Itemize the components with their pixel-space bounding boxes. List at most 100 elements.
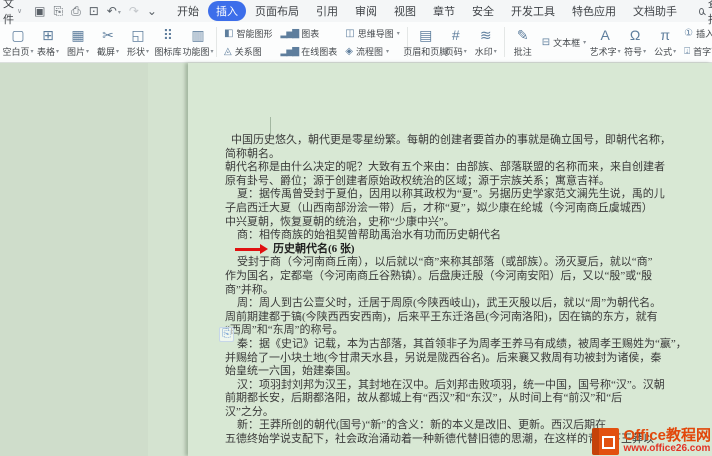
text-box-button[interactable]: ⊟文本框▾	[542, 36, 586, 49]
tab-home[interactable]: 开始	[169, 1, 207, 21]
icon-library-button[interactable]: ⠿图标库	[153, 26, 183, 59]
watermark-url: www.office26.com	[623, 444, 711, 455]
scissors-icon: ✂	[102, 27, 114, 44]
chevron-down-icon: ▾	[118, 8, 121, 18]
line-text: 商”并称。	[225, 284, 274, 296]
text-line: 中兴夏朝，恢复夏朝的统治，史称“少康中兴”。	[225, 216, 687, 230]
tab-security[interactable]: 安全	[464, 1, 502, 21]
chevron-down-icon: ▾	[583, 39, 586, 46]
more-commands-icon[interactable]: ⌄	[143, 4, 161, 18]
text-line: 始皇统一六国，始建秦国。	[225, 365, 687, 379]
icon-library-label: 图标库	[155, 45, 182, 58]
line-text: 朝代名称是由什么决定的呢？大致有五个来由：由部族、部落联盟的名称而来，来自创建者	[225, 161, 665, 173]
relationship-diagram-icon: ◬	[224, 46, 232, 57]
document-area[interactable]: 中国历史悠久，朝代更是零星纷繁。每朝的创建者要首办的事就是确立国号，即朝代名称，…	[0, 63, 712, 456]
tab-insert[interactable]: 插入	[208, 1, 246, 21]
undo-icon[interactable]: ↶▾	[103, 4, 125, 18]
paste-options-button[interactable]: ⎘ ▾	[219, 327, 240, 342]
formula-icon: π	[660, 27, 670, 44]
comment-button[interactable]: ✎批注	[508, 26, 538, 59]
print-icon[interactable]: ⎙	[67, 4, 85, 19]
insert-number-button[interactable]: ①插入数字	[684, 27, 712, 40]
flowchart-icon: ◈	[345, 46, 353, 57]
text-line: 原有卦号、爵位；源于创建者原始政权统治的区域；源于宗族关系；寓意吉祥。	[225, 175, 687, 189]
picture-labelrow: 图片▾	[67, 45, 89, 58]
ribbon-stack: ▂▅▇图表 ▂▅▇在线图表	[276, 27, 341, 58]
chevron-down-icon: ▾	[397, 30, 400, 37]
tab-featured-apps[interactable]: 特色应用	[564, 1, 624, 21]
relationship-diagram-button[interactable]: ◬关系图	[224, 45, 272, 58]
relationship-diagram-label: 关系图	[235, 45, 262, 58]
save-icon[interactable]: ▣	[30, 4, 49, 18]
file-menu-button[interactable]: 文件 ∨	[0, 0, 28, 27]
shapes-labelrow: 形状▾	[127, 45, 149, 58]
drop-cap-button[interactable]: ⍗首字下沉	[684, 45, 712, 58]
chevron-down-icon: ▾	[116, 48, 119, 55]
line-text: 周：周人到古公亶父时，迁居于周原(今陕西岐山)，武王灭殷以后，就以“周”为朝代名…	[237, 297, 661, 309]
online-chart-button[interactable]: ▂▅▇在线图表	[280, 45, 337, 58]
tab-chapter[interactable]: 章节	[425, 1, 463, 21]
tab-reference[interactable]: 引用	[308, 1, 346, 21]
screenshot-button[interactable]: ✂截屏▾	[93, 26, 123, 59]
line-text: 秦：据《史记》记载，本为古部落，其首领非子为周孝王养马有成绩，被周孝王赐姓为“嬴…	[237, 338, 687, 350]
flowchart-label: 流程图	[356, 45, 383, 58]
search-icon	[699, 8, 704, 15]
heading-line: 历史朝代名(6 张)	[225, 243, 687, 257]
tab-review[interactable]: 审阅	[347, 1, 385, 21]
picture-button[interactable]: ▦图片▾	[63, 26, 93, 59]
shapes-button[interactable]: ◱形状▾	[123, 26, 153, 59]
page-number-button[interactable]: #页码▾	[441, 26, 471, 59]
text-box-label: 文本框	[553, 36, 580, 49]
find-button[interactable]: 查找	[699, 0, 712, 27]
watermark-title: Office教程网	[623, 428, 711, 444]
chevron-down-icon: ▾	[386, 48, 389, 55]
watermark-button[interactable]: ≋水印▾	[471, 26, 501, 59]
smart-graphics-button[interactable]: ◧智能图形	[224, 27, 272, 40]
function-diagram-button[interactable]: ▥功能图▾	[183, 26, 213, 59]
tab-page-layout[interactable]: 页面布局	[247, 1, 307, 21]
smart-graphics-icon: ◧	[224, 28, 233, 39]
ribbon: ▢空白页▾⊞表格▾▦图片▾✂截屏▾◱形状▾⠿图标库▥功能图▾ ◧智能图形 ◬关系图 ▂…	[0, 22, 712, 63]
table-label: 表格	[37, 45, 55, 58]
picture-label: 图片	[67, 45, 85, 58]
text-line: 作为国名，定都亳（今河南商丘谷熟镇）。后盘庚迁殷（今河南安阳）后，又以“殷”或“…	[225, 270, 687, 284]
mind-map-button[interactable]: ◫ 思维导图▾	[345, 27, 399, 40]
line-text: 中兴夏朝，恢复夏朝的统治，史称“少康中兴”。	[225, 216, 455, 228]
formula-button[interactable]: π公式▾	[650, 26, 680, 59]
redo-icon[interactable]: ↷	[125, 4, 143, 18]
text-line: “西周”和“东周”的称号。	[225, 324, 687, 338]
chevron-down-icon: ▾	[56, 48, 59, 55]
tab-view[interactable]: 视图	[386, 1, 424, 21]
text-line: 汉”之分。	[225, 406, 687, 420]
tab-doc-assistant[interactable]: 文档助手	[625, 1, 685, 21]
mind-map-icon: ◫	[345, 28, 354, 39]
ribbon-stack: ①插入数字 ⍗首字下沉	[680, 27, 712, 58]
comment-label: 批注	[514, 45, 532, 58]
blank-page-button[interactable]: ▢空白页▾	[3, 26, 33, 59]
document-text[interactable]: 中国历史悠久，朝代更是零星纷繁。每朝的创建者要首办的事就是确立国号，即朝代名称，…	[225, 134, 687, 447]
office-logo-icon	[592, 428, 619, 455]
text-line: 汉：项羽封刘邦为汉王，其封地在汉中。后刘邦击败项羽，统一中国，国号称“汉”。汉朝	[225, 379, 687, 393]
line-text: 汉：项羽封刘邦为汉王，其封地在汉中。后刘邦击败项羽，统一中国，国号称“汉”。汉朝	[237, 379, 665, 391]
mind-map-label: 思维导图	[358, 27, 394, 40]
icon-library-labelrow: 图标库	[155, 45, 182, 58]
word-art-button[interactable]: A艺术字▾	[590, 26, 620, 59]
table-button[interactable]: ⊞表格▾	[33, 26, 63, 59]
chevron-down-icon[interactable]: ▾	[237, 331, 240, 338]
smart-graphics-label: 智能图形	[236, 27, 272, 40]
chart-button[interactable]: ▂▅▇图表	[280, 27, 337, 40]
function-diagram-icon: ▥	[191, 27, 204, 44]
export-icon[interactable]: ⎘	[49, 4, 67, 19]
watermark: Office教程网 www.office26.com	[592, 428, 711, 455]
line-text: 中国历史悠久，朝代更是零星纷繁。每朝的创建者要首办的事就是确立国号，即朝代名称，	[231, 134, 671, 146]
line-text: 商：相传商族的始祖契曾帮助禹治水有功而历史朝代名	[237, 229, 501, 241]
tab-dev-tools[interactable]: 开发工具	[503, 1, 563, 21]
line-text: 新：王莽所创的朝代(国号)“新”的含义：新的本义是改旧、更新。西汉后期在	[237, 419, 606, 431]
symbol-button[interactable]: Ω符号▾	[620, 26, 650, 59]
line-text: “西周”和“东周”的称号。	[225, 324, 344, 336]
insert-number-icon: ①	[684, 28, 693, 39]
flowchart-button[interactable]: ◈流程图▾	[345, 45, 399, 58]
ribbon-stack: ◫思维导图▾◈流程图▾	[341, 27, 403, 58]
print-preview-icon[interactable]: ⊡	[85, 4, 103, 18]
header-footer-button[interactable]: ▤页眉和页脚	[411, 26, 441, 59]
